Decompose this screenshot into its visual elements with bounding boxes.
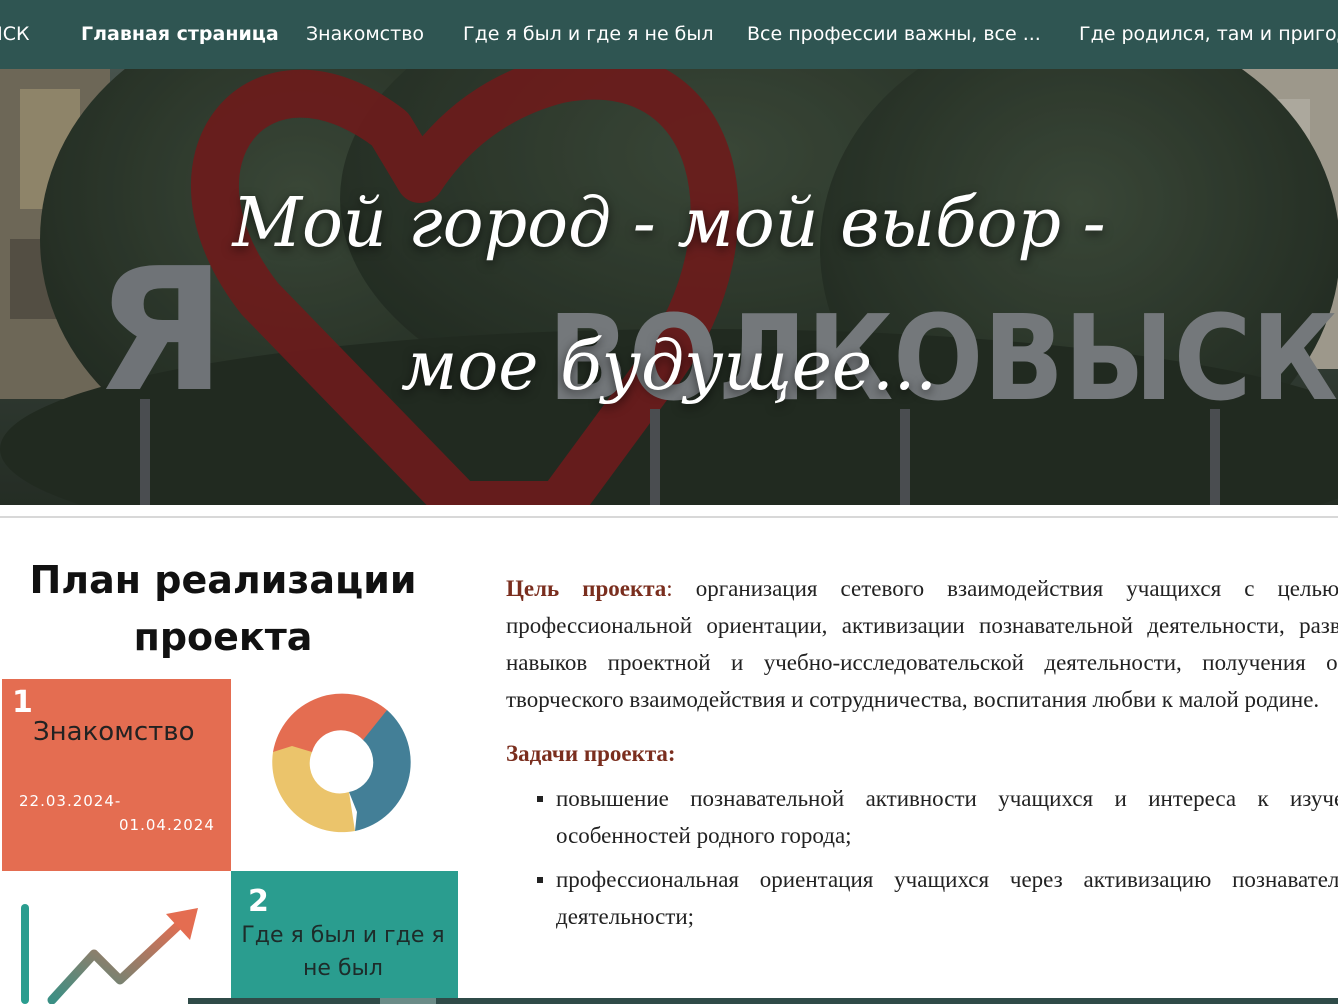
tasks-list: повышение познавательной активности учащ… bbox=[506, 780, 1338, 935]
hero-banner: Я ВОЛКОВЫСК Мой город - мой выбор - мое … bbox=[0, 69, 1338, 505]
list-item: профессиональная ориентация учащихся чер… bbox=[537, 861, 1338, 935]
card-title: Где я был и где я не был bbox=[241, 923, 445, 981]
section-divider bbox=[0, 516, 1338, 518]
card-number: 2 bbox=[248, 884, 269, 919]
list-item: повышение познавательной активности учащ… bbox=[537, 780, 1338, 854]
nav-item-where-i-was[interactable]: Где я был и где я не был bbox=[463, 0, 714, 69]
top-navigation: ЫСК Главная страница Знакомство Где я бы… bbox=[0, 0, 1338, 69]
bottom-scrollbar-thumb[interactable] bbox=[380, 998, 436, 1004]
nav-site-title[interactable]: ЫСК bbox=[0, 0, 30, 69]
hero-title-line2: мое будущее... bbox=[400, 327, 938, 406]
plan-card-acquaintance[interactable]: 1 Знакомство 22.03.2024- 01.04.2024 bbox=[2, 679, 231, 871]
tasks-heading: Задачи проекта: bbox=[506, 741, 676, 766]
nav-item-born-here[interactable]: Где родился, там и пригодился bbox=[1079, 0, 1338, 69]
card-number: 1 bbox=[12, 685, 33, 720]
goal-label: Цель проекта bbox=[506, 576, 667, 601]
plan-title: План реализации проекта bbox=[29, 558, 417, 659]
card-title: Знакомство bbox=[33, 717, 195, 747]
cycle-chart-icon bbox=[272, 693, 411, 833]
nav-item-all-professions[interactable]: Все профессии важны, все ... bbox=[747, 0, 1041, 69]
card-date-end: 01.04.2024 bbox=[119, 816, 215, 834]
project-description: Цель проекта: организация сетевого взаим… bbox=[506, 570, 1338, 942]
bottom-scrollbar-track[interactable] bbox=[188, 998, 1338, 1004]
plan-card-where-i-was[interactable]: 2 Где я был и где я не был bbox=[231, 871, 458, 1004]
growth-arrow-icon bbox=[21, 904, 198, 1004]
hero-title-line1: Мой город - мой выбор - bbox=[232, 184, 1106, 263]
nav-item-acquaintance[interactable]: Знакомство bbox=[306, 0, 424, 69]
card-date-start: 22.03.2024- bbox=[19, 792, 122, 810]
goal-paragraph: Цель проекта: организация сетевого взаим… bbox=[506, 570, 1338, 718]
hero-background-image: Я ВОЛКОВЫСК bbox=[0, 69, 1338, 505]
nav-item-home[interactable]: Главная страница bbox=[81, 0, 279, 69]
